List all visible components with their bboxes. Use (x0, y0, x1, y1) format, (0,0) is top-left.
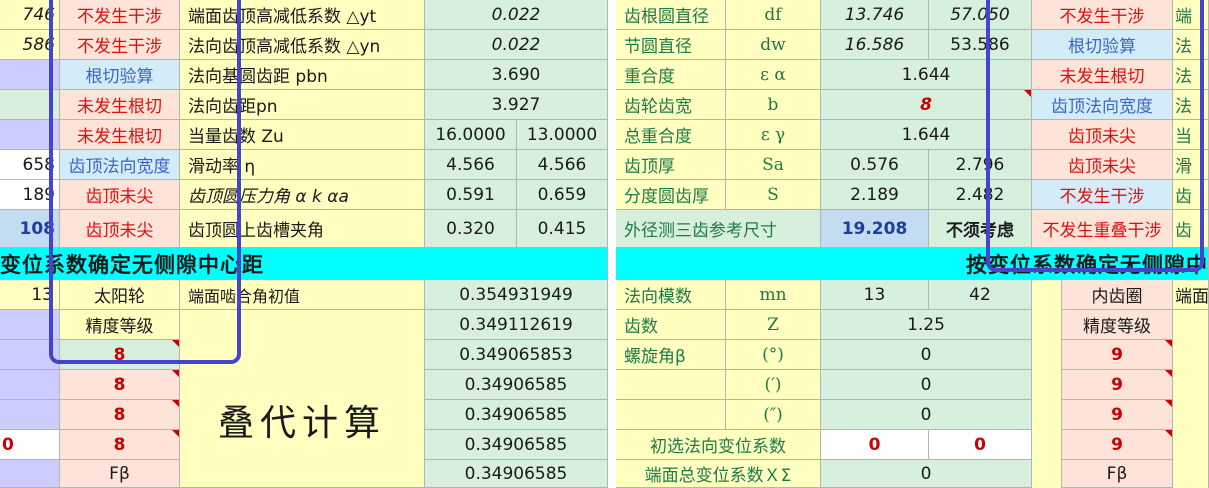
grade-cell[interactable]: 9 (1062, 340, 1173, 370)
param-label: 螺旋角β (616, 340, 726, 370)
param-label: 齿轮齿宽 (616, 90, 726, 120)
param-value-2[interactable]: 42 (929, 280, 1032, 310)
param-value-1[interactable]: 13 (821, 280, 929, 310)
grade-cell[interactable]: 8 (60, 370, 180, 400)
left-clip-cell (0, 400, 60, 430)
left-clip-cell (0, 370, 60, 400)
fbeta-cell: Fβ (60, 460, 180, 488)
param-label: 总重合度 (616, 120, 726, 150)
param-label: 齿数 (616, 310, 726, 340)
param-symbol: S (726, 180, 821, 210)
param-symbol: b (726, 90, 821, 120)
param-value-1: 16.586 (821, 30, 929, 60)
param-value-2[interactable]: 0.415 (517, 210, 608, 248)
precision-label: 精度等级 (1062, 310, 1173, 340)
left-clip-cell (0, 460, 60, 488)
param-value-2[interactable]: 0.659 (517, 180, 608, 210)
param-symbol: Sa (726, 150, 821, 180)
iter-value: 0.349112619 (425, 310, 608, 340)
left-clip-value: 0 (0, 430, 60, 460)
param-label (616, 400, 726, 430)
param-label: 外径测三齿参考尺寸 (616, 210, 821, 248)
param-value[interactable]: 0.022 (425, 0, 608, 30)
param-symbol: (″) (726, 400, 821, 430)
param-symbol: (°) (726, 340, 821, 370)
iter-value: 0.34906585 (425, 370, 608, 400)
iter-value: 0.34906585 (425, 460, 608, 488)
param-value-2[interactable]: 0 (929, 430, 1032, 460)
param-value-2[interactable]: 13.0000 (517, 120, 608, 150)
param-value[interactable]: 0 (821, 340, 1032, 370)
param-value-1[interactable]: 16.0000 (425, 120, 517, 150)
spacer-cell (1032, 280, 1062, 488)
param-symbol: (′) (726, 370, 821, 400)
param-label (616, 370, 726, 400)
param-label: 端面总变位系数ＸΣ (616, 460, 821, 488)
grade-cell[interactable]: 9 (1062, 370, 1173, 400)
param-value: 0 (821, 460, 1032, 488)
param-value-1: 2.189 (821, 180, 929, 210)
param-value[interactable]: 0 (821, 400, 1032, 430)
param-value-1[interactable]: 0.591 (425, 180, 517, 210)
param-symbol: mn (726, 280, 821, 310)
grade-cell[interactable]: 8 (60, 430, 180, 460)
param-symbol: ε α (726, 60, 821, 90)
param-value-1: 13.746 (821, 0, 929, 30)
selection-outline (986, 0, 1204, 272)
param-value[interactable]: 3.927 (425, 90, 608, 120)
param-value[interactable]: 3.690 (425, 60, 608, 90)
grade-cell[interactable]: 9 (1062, 400, 1173, 430)
param-label: 法向模数 (616, 280, 726, 310)
param-value-1[interactable]: 0 (821, 430, 929, 460)
selection-outline (49, 0, 241, 364)
param-value-1[interactable]: 0.320 (425, 210, 517, 248)
iter-value: 0.34906585 (425, 400, 608, 430)
param-label: 节圆直径 (616, 30, 726, 60)
iter-value: 0.349065853 (425, 340, 608, 370)
param-symbol: ε γ (726, 120, 821, 150)
param-value-1: 0.576 (821, 150, 929, 180)
param-value[interactable]: 0.022 (425, 30, 608, 60)
param-symbol: dw (726, 30, 821, 60)
right-clip-cell (1173, 310, 1209, 488)
gear-type-label: 内齿圈 (1062, 280, 1173, 310)
param-label: 重合度 (616, 60, 726, 90)
pane-divider (608, 0, 616, 488)
param-symbol: Z (726, 310, 821, 340)
param-label: 分度圆齿厚 (616, 180, 726, 210)
param-label: 齿根圆直径 (616, 0, 726, 30)
param-value-2[interactable]: 4.566 (517, 150, 608, 180)
param-value-1[interactable]: 4.566 (425, 150, 517, 180)
grade-cell[interactable]: 9 (1062, 430, 1173, 460)
iter-value: 0.34906585 (425, 430, 608, 460)
param-label: 初选法向变位系数 (616, 430, 821, 460)
param-symbol: df (726, 0, 821, 30)
param-value[interactable]: 0 (821, 370, 1032, 400)
param-value[interactable]: 1.25 (821, 310, 1032, 340)
param-label: 齿顶厚 (616, 150, 726, 180)
fbeta-cell: Fβ (1062, 460, 1173, 488)
right-clip-label: 端面 (1173, 280, 1209, 310)
grade-cell[interactable]: 8 (60, 400, 180, 430)
param-value-1: 19.208 (821, 210, 929, 248)
iter-value: 0.354931949 (425, 280, 608, 310)
